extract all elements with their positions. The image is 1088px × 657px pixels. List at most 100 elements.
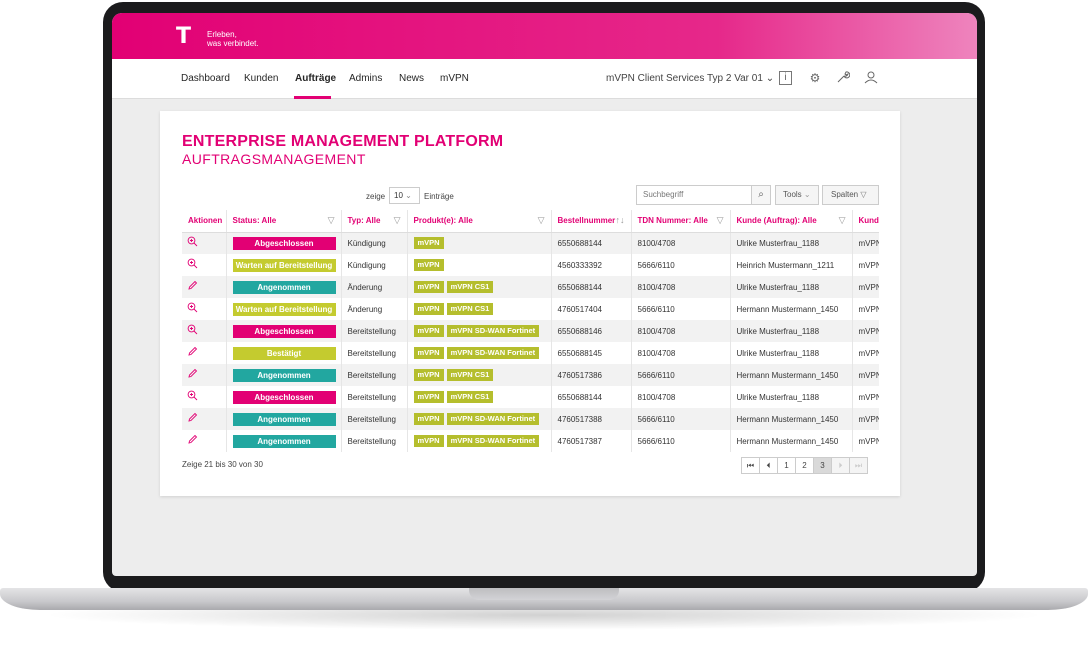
- table-body: Abgeschlossen Kündigung mVPN 6550688144 8100…: [182, 232, 879, 452]
- filter-icon[interactable]: ▽: [538, 215, 545, 226]
- type-cell: Kündigung: [341, 254, 408, 276]
- zoom-in-icon[interactable]: [187, 302, 198, 316]
- sort-icon[interactable]: ↑↓: [616, 215, 625, 225]
- orders-table-container[interactable]: Aktionen Status: Alle ▽ Typ: Alle ▽ Produk…: [182, 210, 879, 453]
- table-row[interactable]: Bestätigt Bereitstellung mVPN mVPN SD-WAN F…: [182, 342, 879, 364]
- columns-label: Spalten: [831, 190, 859, 199]
- laptop-notch: [469, 588, 619, 600]
- status-cell: Abgeschlossen: [226, 232, 342, 254]
- status-cell: Angenommen: [226, 408, 342, 430]
- pagination-summary: Zeige 21 bis 30 von 30: [182, 460, 263, 469]
- last-page-icon[interactable]: ⏭: [849, 457, 868, 474]
- previous-page-icon[interactable]: ⏴: [759, 457, 778, 474]
- chevron-down-icon: ⌄: [765, 73, 775, 84]
- search-input[interactable]: Suchbegriff: [636, 185, 752, 205]
- customer-2-cell: mVPN: [852, 408, 879, 430]
- telekom-logo[interactable]: T: [176, 26, 191, 48]
- nav-item-dashboard[interactable]: Dashboard: [181, 73, 230, 84]
- status-cell: Angenommen: [226, 276, 342, 298]
- nav-item-auftraege[interactable]: Aufträge: [295, 73, 336, 84]
- product-tag: mVPN: [413, 303, 444, 315]
- chevron-down-icon: ⌄: [405, 191, 412, 200]
- filter-icon[interactable]: ▽: [717, 215, 724, 226]
- filter-icon[interactable]: ▽: [394, 215, 401, 226]
- status-badge: Angenommen: [232, 280, 336, 294]
- products-cell: mVPN mVPN CS1: [407, 276, 552, 298]
- pagination: ⏮ ⏴ 1 2 3 ⏵ ⏭: [741, 457, 868, 474]
- gear-icon[interactable]: ⚙: [807, 70, 823, 86]
- pencil-icon[interactable]: [187, 280, 198, 294]
- filter-icon[interactable]: ▽: [328, 215, 335, 226]
- table-header-row: Aktionen Status: Alle ▽ Typ: Alle ▽ Produk…: [182, 210, 879, 233]
- wrench-icon[interactable]: [835, 70, 851, 86]
- product-tag: mVPN: [413, 259, 444, 271]
- header-products[interactable]: Produkt(e): Alle ▽: [407, 210, 552, 233]
- filter-icon[interactable]: ▽: [839, 215, 846, 226]
- context-label: mVPN Client Services Typ 2 Var 01: [606, 73, 763, 84]
- table-row[interactable]: Abgeschlossen Bereitstellung mVPN mVPN CS1 6…: [182, 386, 879, 408]
- header-type[interactable]: Typ: Alle ▽: [341, 210, 408, 233]
- zoom-in-icon[interactable]: [187, 258, 198, 272]
- header-customer[interactable]: Kunde (Auftrag): Alle ▽: [730, 210, 853, 233]
- header-tdn[interactable]: TDN Nummer: Alle ▽: [631, 210, 731, 233]
- header-status[interactable]: Status: Alle ▽: [226, 210, 342, 233]
- table-row[interactable]: Angenommen Änderung mVPN mVPN CS1 6550688144…: [182, 276, 879, 298]
- customer-cell: Ulrike Musterfrau_1188: [730, 386, 853, 408]
- tdn-cell: 5666/6110: [631, 430, 731, 452]
- order-number-cell: 6550688146: [551, 320, 632, 342]
- row-actions: [182, 254, 227, 276]
- search-icon[interactable]: ⌕: [751, 185, 771, 205]
- zoom-in-icon[interactable]: [187, 324, 198, 338]
- customer-cell: Ulrike Musterfrau_1188: [730, 320, 853, 342]
- pencil-icon[interactable]: [187, 434, 198, 448]
- status-badge: Abgeschlossen: [232, 390, 336, 404]
- columns-button[interactable]: Spalten ▽: [822, 185, 879, 205]
- zoom-in-icon[interactable]: [187, 390, 198, 404]
- tdn-cell: 8100/4708: [631, 386, 731, 408]
- row-actions: [182, 232, 227, 254]
- tdn-cell: 5666/6110: [631, 298, 731, 320]
- header-order-number[interactable]: Bestellnummer ↑↓: [551, 210, 632, 233]
- orders-table: Aktionen Status: Alle ▽ Typ: Alle ▽ Produk…: [182, 210, 879, 452]
- tools-button[interactable]: Tools ⌄: [775, 185, 819, 205]
- type-cell: Bereitstellung: [341, 342, 408, 364]
- brand-header: T Erleben, was verbindet.: [112, 13, 977, 59]
- user-icon[interactable]: [863, 70, 879, 86]
- next-page-icon[interactable]: ⏵: [831, 457, 850, 474]
- pencil-icon[interactable]: [187, 346, 198, 360]
- row-actions: [182, 320, 227, 342]
- context-selector[interactable]: mVPN Client Services Typ 2 Var 01 ⌄: [606, 73, 774, 84]
- nav-item-news[interactable]: News: [399, 73, 424, 84]
- nav-item-mvpn[interactable]: mVPN: [440, 73, 469, 84]
- order-number-cell: 6550688144: [551, 232, 632, 254]
- page-button-2[interactable]: 2: [795, 457, 814, 474]
- header-customer-2[interactable]: Kunde: [852, 210, 879, 233]
- zoom-in-icon[interactable]: [187, 236, 198, 250]
- page-size-select[interactable]: 10 ⌄: [389, 187, 420, 204]
- pencil-icon[interactable]: [187, 412, 198, 426]
- table-row[interactable]: Angenommen Bereitstellung mVPN mVPN CS1 4760…: [182, 364, 879, 386]
- table-row[interactable]: Abgeschlossen Bereitstellung mVPN mVPN SD-W…: [182, 320, 879, 342]
- products-cell: mVPN mVPN SD-WAN Fortinet: [407, 342, 552, 364]
- page-button-1[interactable]: 1: [777, 457, 796, 474]
- order-number-cell: 4760517387: [551, 430, 632, 452]
- type-cell: Änderung: [341, 298, 408, 320]
- table-row[interactable]: Warten auf Bereitstellung Änderung mVPN mVP…: [182, 298, 879, 320]
- page-button-3[interactable]: 3: [813, 457, 832, 474]
- header-tdn-label: TDN Nummer: Alle: [637, 216, 708, 226]
- info-icon[interactable]: i: [779, 71, 792, 85]
- row-actions: [182, 386, 227, 408]
- status-badge: Warten auf Bereitstellung: [232, 258, 336, 272]
- first-page-icon[interactable]: ⏮: [741, 457, 760, 474]
- products-cell: mVPN mVPN SD-WAN Fortinet: [407, 320, 552, 342]
- status-cell: Bestätigt: [226, 342, 342, 364]
- main-navigation: Dashboard Kunden Aufträge Admins News mV…: [112, 59, 977, 99]
- nav-item-admins[interactable]: Admins: [349, 73, 382, 84]
- table-row[interactable]: Warten auf Bereitstellung Kündigung mVPN 45…: [182, 254, 879, 276]
- table-row[interactable]: Angenommen Bereitstellung mVPN mVPN SD-WAN …: [182, 430, 879, 452]
- table-row[interactable]: Abgeschlossen Kündigung mVPN 6550688144 8100…: [182, 232, 879, 254]
- product-tag: mVPN SD-WAN Fortinet: [446, 325, 540, 337]
- pencil-icon[interactable]: [187, 368, 198, 382]
- nav-item-kunden[interactable]: Kunden: [244, 73, 278, 84]
- table-row[interactable]: Angenommen Bereitstellung mVPN mVPN SD-WAN …: [182, 408, 879, 430]
